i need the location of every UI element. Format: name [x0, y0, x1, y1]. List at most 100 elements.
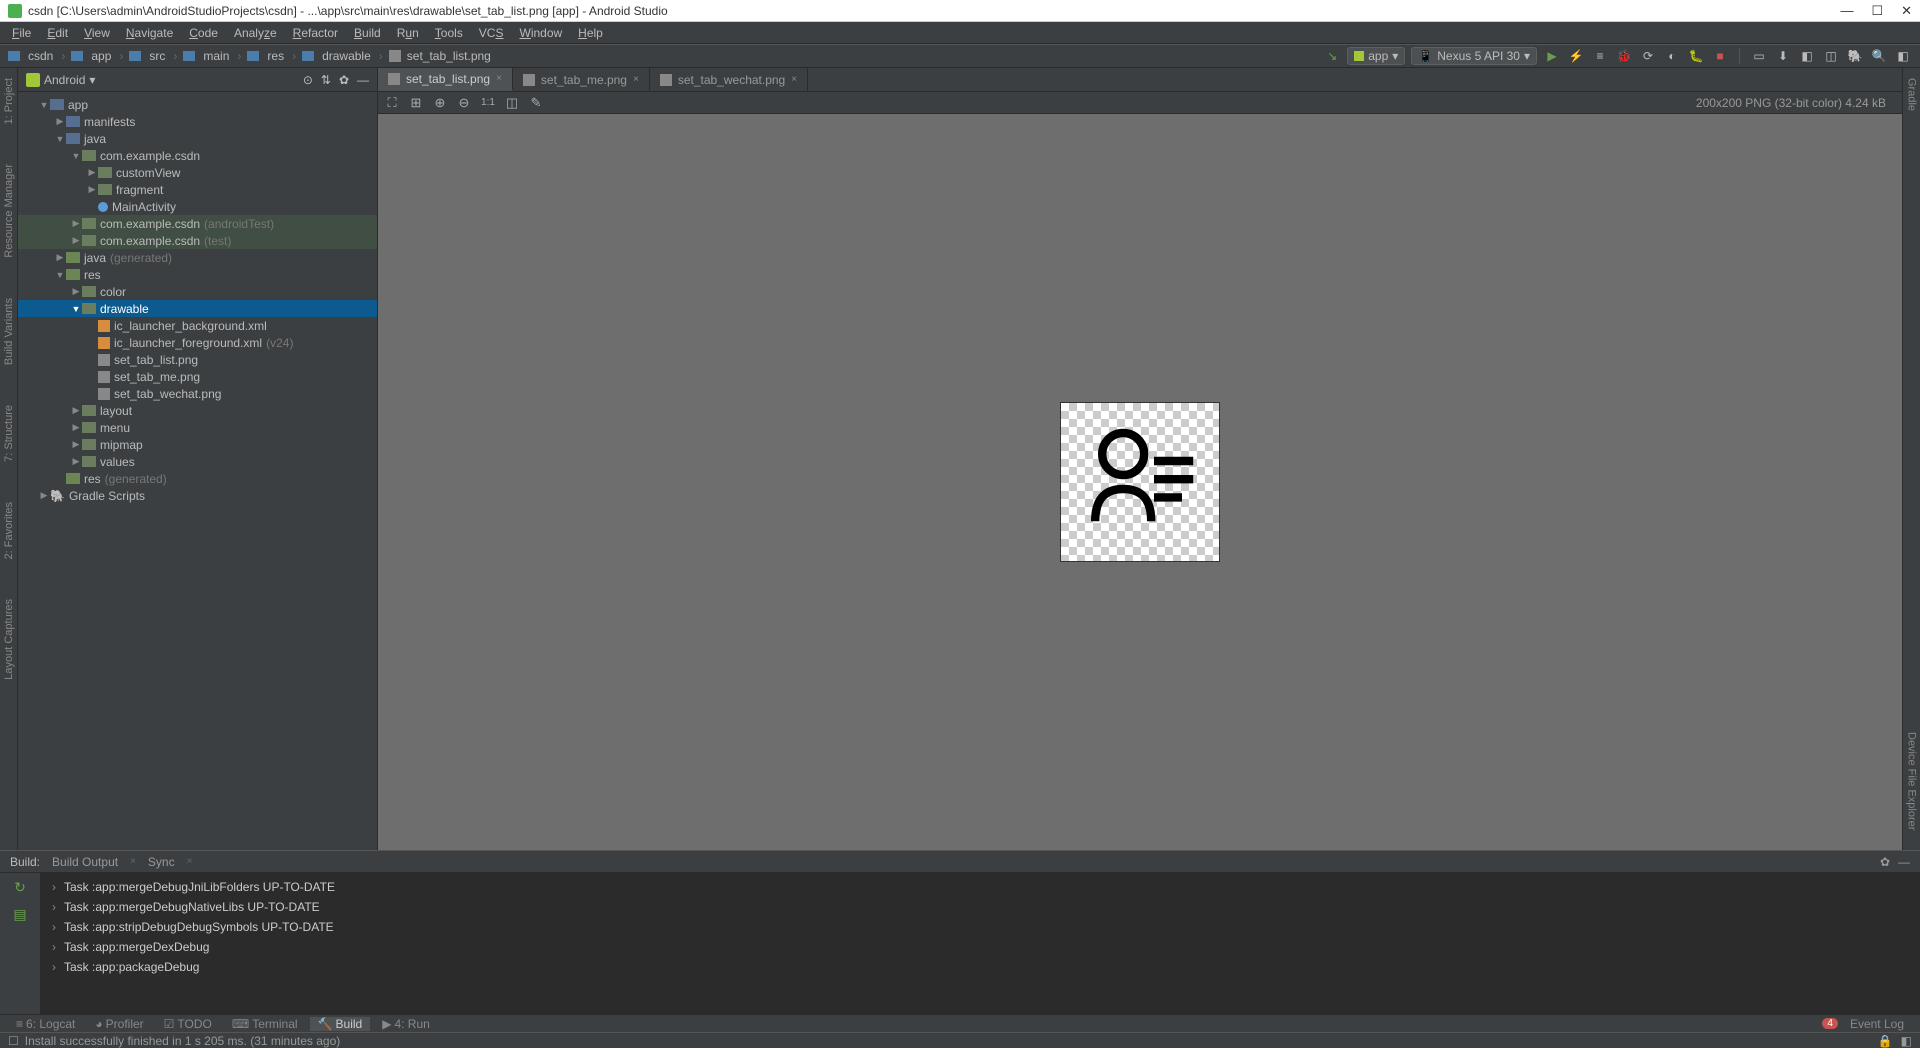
build-output[interactable]: ›Task :app:mergeDebugJniLibFolders UP-TO…	[40, 873, 1920, 1014]
tab-terminal[interactable]: ⌨ Terminal	[224, 1017, 306, 1031]
status-lock-icon[interactable]: 🔒	[1878, 1034, 1893, 1048]
tree-values[interactable]: ▶values	[18, 453, 377, 470]
settings-icon[interactable]: ✿	[339, 73, 349, 87]
build-tab-output[interactable]: Build Output	[52, 855, 118, 869]
menu-code[interactable]: Code	[181, 26, 226, 40]
crumb-res[interactable]: res	[265, 49, 286, 63]
crumb-drawable[interactable]: drawable	[320, 49, 373, 63]
menu-file[interactable]: File	[4, 26, 39, 40]
close-tab-icon[interactable]: ×	[791, 74, 797, 85]
hide-icon[interactable]: —	[1898, 855, 1910, 869]
menu-navigate[interactable]: Navigate	[118, 26, 181, 40]
actual-size-icon[interactable]: 1:1	[480, 95, 496, 111]
search-everywhere-icon[interactable]: 🔍	[1870, 47, 1888, 65]
sidebar-build-variants[interactable]: Build Variants	[3, 298, 15, 365]
image-viewer[interactable]	[378, 114, 1902, 850]
tree-pkg-androidtest[interactable]: ▶com.example.csdn(androidTest)	[18, 215, 377, 232]
tree-layout[interactable]: ▶layout	[18, 402, 377, 419]
menu-window[interactable]: Window	[511, 26, 570, 40]
hide-icon[interactable]: —	[357, 73, 369, 87]
menu-edit[interactable]: Edit	[39, 26, 76, 40]
maximize-button[interactable]: ☐	[1871, 3, 1883, 19]
sync-gradle-icon[interactable]: 🐘	[1846, 47, 1864, 65]
profile-icon[interactable]: ◐	[1663, 47, 1681, 65]
tree-customview[interactable]: ▶customView	[18, 164, 377, 181]
sdk-manager-icon[interactable]: ⬇	[1774, 47, 1792, 65]
tab-set-tab-me[interactable]: set_tab_me.png ×	[513, 68, 650, 91]
attach-debugger-icon[interactable]: 🐛	[1687, 47, 1705, 65]
tree-set-tab-me[interactable]: set_tab_me.png	[18, 368, 377, 385]
tree-pkg-test[interactable]: ▶com.example.csdn(test)	[18, 232, 377, 249]
layout-inspector-icon[interactable]: ◫	[1822, 47, 1840, 65]
grid-icon[interactable]: ⊞	[408, 95, 424, 111]
target-icon[interactable]: ⊙	[303, 73, 313, 87]
tree-fragment[interactable]: ▶fragment	[18, 181, 377, 198]
crumb-app[interactable]: app	[89, 49, 113, 63]
menu-tools[interactable]: Tools	[427, 26, 471, 40]
tree-ic-launcher-fg[interactable]: ic_launcher_foreground.xml(v24)	[18, 334, 377, 351]
tree-mainactivity[interactable]: MainActivity	[18, 198, 377, 215]
filter-icon[interactable]: ⇅	[321, 73, 331, 87]
checker-bg-icon[interactable]: ◫	[504, 95, 520, 111]
sidebar-favorites[interactable]: 2: Favorites	[3, 502, 15, 559]
avd-manager-icon[interactable]: ▭	[1750, 47, 1768, 65]
sidebar-layout-captures[interactable]: Layout Captures	[3, 599, 15, 680]
close-icon[interactable]: ×	[187, 856, 193, 867]
close-icon[interactable]: ×	[130, 856, 136, 867]
sidebar-structure[interactable]: 7: Structure	[3, 405, 15, 462]
resource-manager-icon[interactable]: ◧	[1798, 47, 1816, 65]
make-project-icon[interactable]: ↘	[1323, 47, 1341, 65]
tree-res[interactable]: ▼res	[18, 266, 377, 283]
settings-icon[interactable]: ✿	[1880, 855, 1890, 869]
apply-code-icon[interactable]: ≡	[1591, 47, 1609, 65]
status-indicator-icon[interactable]: ◧	[1901, 1034, 1912, 1048]
tab-build[interactable]: 🔨 Build	[310, 1017, 371, 1031]
close-button[interactable]: ✕	[1901, 3, 1912, 19]
view-icon[interactable]: ▤	[13, 906, 26, 923]
crumb-csdn[interactable]: csdn	[26, 49, 55, 63]
tree-java[interactable]: ▼java	[18, 130, 377, 147]
tree-color[interactable]: ▶color	[18, 283, 377, 300]
crumb-src[interactable]: src	[147, 49, 167, 63]
tab-run[interactable]: ▶ 4: Run	[374, 1017, 438, 1031]
project-view-selector[interactable]: Android	[44, 73, 85, 87]
tab-event-log[interactable]: Event Log	[1842, 1017, 1912, 1031]
sidebar-gradle[interactable]: Gradle	[1906, 78, 1918, 111]
rerun-icon[interactable]: ↻	[14, 879, 26, 896]
tree-set-tab-list[interactable]: set_tab_list.png	[18, 351, 377, 368]
tab-logcat[interactable]: ≡ 6: Logcat	[8, 1017, 83, 1031]
tree-drawable[interactable]: ▼drawable	[18, 300, 377, 317]
menu-view[interactable]: View	[76, 26, 118, 40]
tree-set-tab-wechat[interactable]: set_tab_wechat.png	[18, 385, 377, 402]
tab-set-tab-list[interactable]: set_tab_list.png ×	[378, 68, 513, 91]
tree-ic-launcher-bg[interactable]: ic_launcher_background.xml	[18, 317, 377, 334]
tab-profiler[interactable]: ◕ Profiler	[87, 1017, 151, 1031]
menu-help[interactable]: Help	[570, 26, 611, 40]
color-picker-icon[interactable]: ✎	[528, 95, 544, 111]
coverage-icon[interactable]: ⟳	[1639, 47, 1657, 65]
close-tab-icon[interactable]: ×	[496, 73, 502, 84]
menu-run[interactable]: Run	[389, 26, 427, 40]
tree-app[interactable]: ▼app	[18, 96, 377, 113]
fit-zoom-icon[interactable]: ⛶	[384, 95, 400, 111]
tree-manifests[interactable]: ▶manifests	[18, 113, 377, 130]
dropdown-icon[interactable]: ▾	[89, 73, 95, 87]
tree-menu[interactable]: ▶menu	[18, 419, 377, 436]
run-button[interactable]: ▶	[1543, 47, 1561, 65]
zoom-out-icon[interactable]: ⊖	[456, 95, 472, 111]
sidebar-project[interactable]: 1: Project	[3, 78, 15, 124]
tab-set-tab-wechat[interactable]: set_tab_wechat.png ×	[650, 68, 808, 91]
crumb-main[interactable]: main	[201, 49, 231, 63]
menu-vcs[interactable]: VCS	[471, 26, 512, 40]
minimize-button[interactable]: —	[1840, 3, 1853, 19]
tab-todo[interactable]: ☑ TODO	[156, 1017, 220, 1031]
menu-build[interactable]: Build	[346, 26, 389, 40]
menu-refactor[interactable]: Refactor	[285, 26, 346, 40]
tree-pkg-main[interactable]: ▼com.example.csdn	[18, 147, 377, 164]
build-tab-sync[interactable]: Sync	[148, 855, 175, 869]
run-config-selector[interactable]: app ▾	[1347, 47, 1405, 65]
menu-analyze[interactable]: Analyze	[226, 26, 285, 40]
apply-changes-icon[interactable]: ⚡	[1567, 47, 1585, 65]
zoom-in-icon[interactable]: ⊕	[432, 95, 448, 111]
sidebar-device-explorer[interactable]: Device File Explorer	[1906, 732, 1918, 830]
